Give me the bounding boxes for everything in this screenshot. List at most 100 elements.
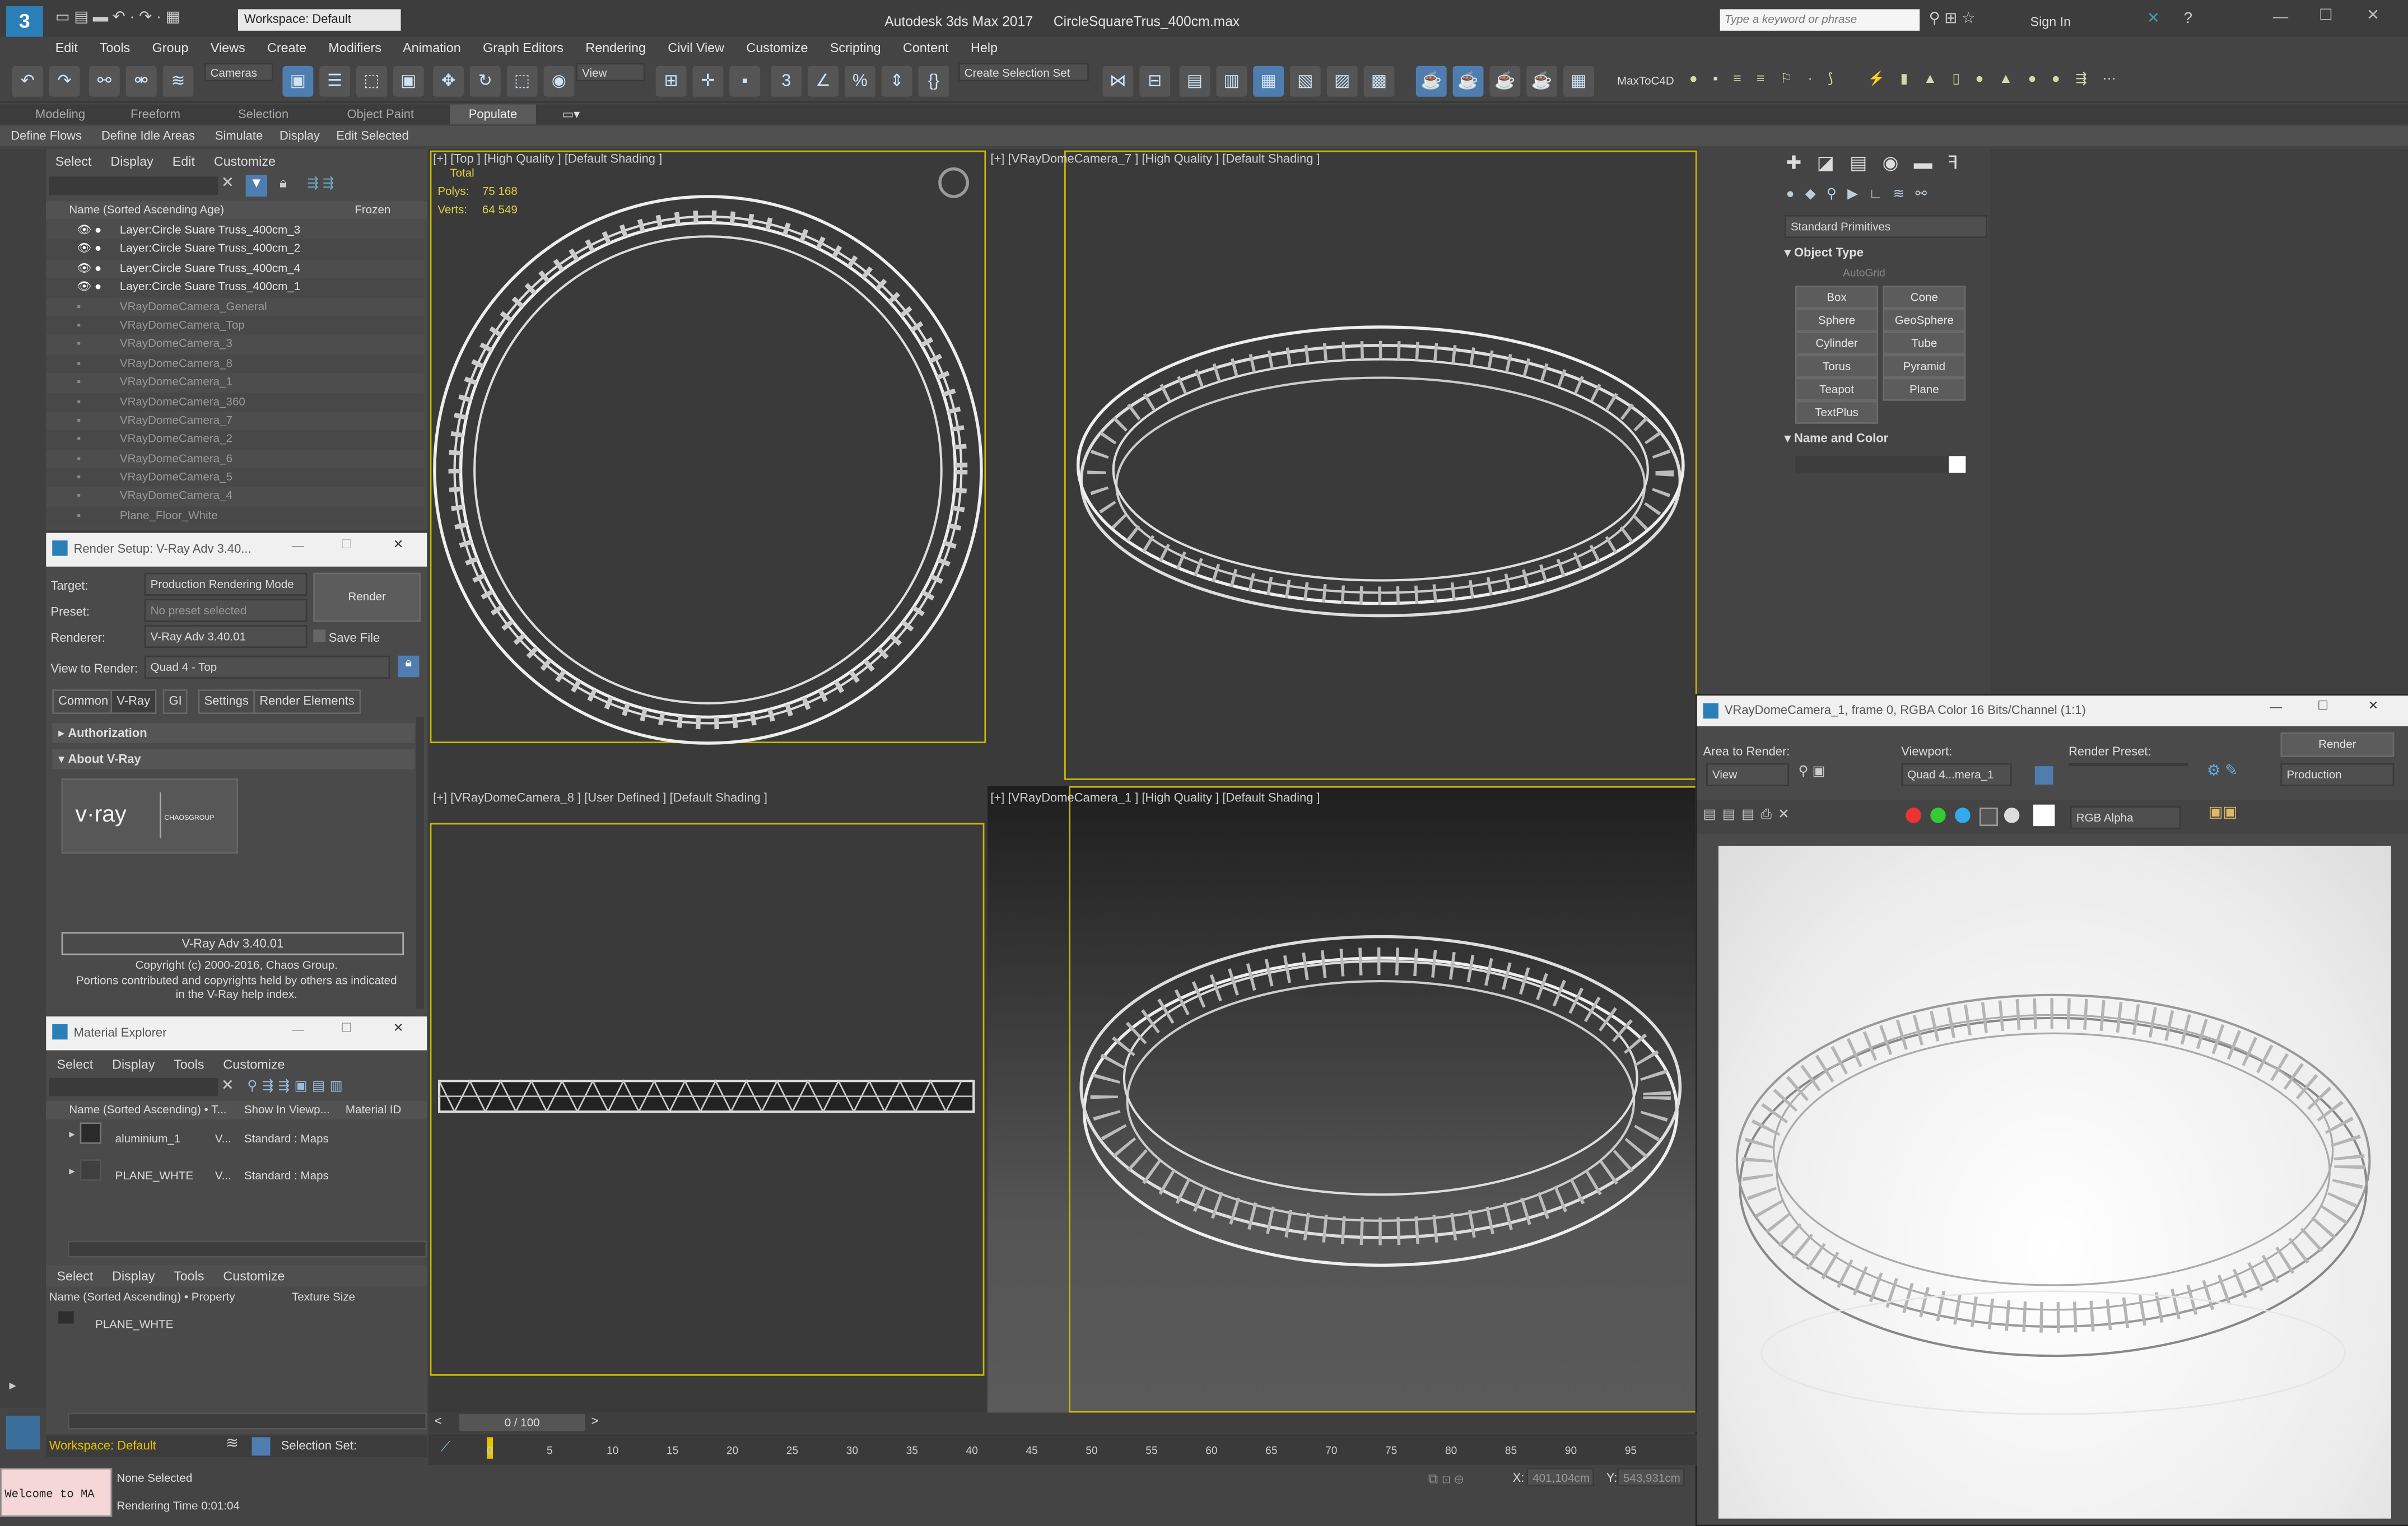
visibility-eye-icon[interactable]: 👁︎ ●: [46, 240, 120, 259]
rs-close-icon[interactable]: ✕: [393, 538, 403, 552]
object-icon[interactable]: ▪: [46, 450, 120, 469]
snap-icons[interactable]: 3 ∠% ⇕{}: [768, 66, 952, 97]
menu-views[interactable]: Views: [211, 40, 245, 55]
blue-channel-icon[interactable]: [1955, 808, 1971, 823]
object-icon[interactable]: ▪: [46, 335, 120, 354]
me-col-name[interactable]: Name (Sorted Ascending) • T...: [69, 1101, 226, 1119]
me-close-icon[interactable]: ✕: [393, 1021, 403, 1035]
viewport-dropdown[interactable]: Quad 4...mera_1: [1901, 763, 2012, 786]
red-channel-icon[interactable]: [1906, 808, 1921, 823]
ref-coord-dropdown[interactable]: View: [576, 63, 645, 82]
workspace-dropdown[interactable]: Workspace: Default: [237, 9, 401, 31]
torus-button[interactable]: Torus: [1795, 354, 1879, 378]
viewport-layout-icon[interactable]: [6, 1416, 40, 1450]
transform-icons[interactable]: ✥ ↻ ⬚ ◉: [430, 66, 577, 97]
menu-group[interactable]: Group: [152, 40, 189, 55]
layer-icons[interactable]: ▤ ▥ ▦ ▧ ▨ ▩: [1176, 66, 1398, 97]
object-icon[interactable]: ▪: [46, 374, 120, 393]
menu-graph-editors[interactable]: Graph Editors: [483, 40, 563, 55]
teapot-button[interactable]: Teapot: [1795, 377, 1879, 401]
menu-scripting[interactable]: Scripting: [830, 40, 881, 55]
me2-horizontal-scrollbar[interactable]: [67, 1412, 427, 1430]
menu-customize[interactable]: Customize: [746, 40, 808, 55]
geosphere-button[interactable]: GeoSphere: [1883, 309, 1966, 332]
autogrid-label[interactable]: AutoGrid: [1843, 269, 1885, 279]
fb-close-icon[interactable]: ✕: [2368, 699, 2378, 713]
y-coord-field[interactable]: 543,931cm: [1617, 1468, 1685, 1487]
time-slider[interactable]: < 0 / 100 >: [428, 1412, 1697, 1433]
infocenter-icons[interactable]: ⚲ ⊞ ☆: [1929, 11, 1976, 27]
object-type-rollout[interactable]: ▾ Object Type: [1785, 244, 1978, 263]
menu-civil-view[interactable]: Civil View: [668, 40, 724, 55]
filter-icon[interactable]: ▼: [245, 175, 268, 197]
me2-menu-select[interactable]: Select: [57, 1268, 93, 1284]
help-icon[interactable]: ?: [2184, 11, 2192, 27]
menu-create[interactable]: Create: [267, 40, 306, 55]
me2-col-texture-size[interactable]: Texture Size: [292, 1290, 355, 1305]
scene-row[interactable]: ▪ VRayDomeCamera_General: [46, 297, 424, 316]
material-row[interactable]: ▸ PLANE_WHTE V... Standard : Maps: [46, 1159, 427, 1196]
quick-access-icons[interactable]: ▭ ▤ ▬ ↶ · ↷ · ▦: [55, 9, 180, 26]
se-menu-customize[interactable]: Customize: [214, 153, 276, 169]
hierarchy-icons[interactable]: ⇶ ⇶: [307, 175, 334, 192]
create-category-icons[interactable]: ●◆⚲▶∟≋⚯: [1786, 186, 1938, 203]
me2-menu-customize[interactable]: Customize: [223, 1268, 285, 1284]
sphere-button[interactable]: Sphere: [1795, 309, 1879, 332]
object-icon[interactable]: ▪: [46, 431, 120, 450]
scene-row[interactable]: ▪ VRayDomeCamera_Top: [46, 316, 424, 335]
me-col-material-id[interactable]: Material ID: [346, 1101, 401, 1119]
scene-row[interactable]: ▪ VRayDomeCamera_7: [46, 411, 424, 431]
render-icons[interactable]: ☕ ☕ ☕ ☕ ▦: [1413, 66, 1597, 97]
object-color-swatch[interactable]: [1949, 456, 1966, 473]
mono-icon[interactable]: [2004, 808, 2020, 823]
me-clear-icon[interactable]: ✕: [221, 1078, 234, 1095]
object-icon[interactable]: ▪: [46, 487, 120, 506]
viewport-camera-1[interactable]: [987, 786, 1697, 1413]
me2-col-name[interactable]: Name (Sorted Ascending) • Property: [49, 1290, 235, 1305]
menu-edit[interactable]: Edit: [55, 40, 78, 55]
tab-modeling[interactable]: Modeling: [35, 104, 85, 124]
close-icon[interactable]: ✕: [2367, 8, 2379, 25]
target-dropdown[interactable]: Production Rendering Mode: [144, 572, 308, 596]
render-setup-scrollbar[interactable]: [416, 717, 424, 1009]
me-maximize-icon[interactable]: ☐: [341, 1021, 352, 1035]
rs-maximize-icon[interactable]: ☐: [341, 538, 352, 552]
menu-rendering[interactable]: Rendering: [585, 40, 646, 55]
clear-search-icon[interactable]: ✕: [221, 175, 234, 192]
object-icon[interactable]: ▪: [46, 412, 120, 431]
scene-row[interactable]: ▪ VRayDomeCamera_3: [46, 335, 424, 354]
render-button[interactable]: Render: [313, 572, 421, 622]
pivot-icons[interactable]: ⊞ ✛ ▪: [653, 66, 763, 97]
lock-view-icon[interactable]: 🔒︎: [398, 655, 420, 678]
tab-render-elements[interactable]: Render Elements: [253, 689, 361, 714]
me-menu-select[interactable]: Select: [57, 1056, 93, 1071]
menu-content[interactable]: Content: [903, 40, 949, 55]
maximize-icon[interactable]: ☐: [2319, 8, 2333, 25]
scene-row[interactable]: 👁︎ ● Layer:Circle Suare Truss_400cm_4: [46, 259, 424, 278]
scene-row[interactable]: 👁︎ ● Layer:Circle Suare Truss_400cm_2: [46, 240, 424, 259]
simulate-button[interactable]: Simulate: [215, 126, 263, 146]
tab-gi[interactable]: GI: [162, 689, 188, 714]
alpha-channel-icon[interactable]: [1980, 808, 1998, 827]
viewport-camera-8[interactable]: [430, 798, 986, 1376]
menu-tools[interactable]: Tools: [100, 40, 130, 55]
se-menu-select[interactable]: Select: [55, 153, 92, 169]
prev-frame-icon[interactable]: <: [435, 1414, 442, 1428]
create-selection-set-dropdown[interactable]: Create Selection Set: [958, 63, 1089, 82]
menu-help[interactable]: Help: [971, 40, 998, 55]
me-tool-icons[interactable]: ⚲⇶⇶▣▤▥: [247, 1078, 347, 1095]
scene-row[interactable]: ▪ VRayDomeCamera_6: [46, 449, 424, 469]
selection-set-icon[interactable]: [251, 1437, 271, 1456]
scene-row[interactable]: ▪ VRayDomeCamera_2: [46, 430, 424, 450]
frame-counter[interactable]: 0 / 100: [459, 1414, 585, 1431]
box-button[interactable]: Box: [1795, 285, 1879, 309]
viewport-cam8-label[interactable]: [+] [VRayDomeCamera_8 ] [User Defined ] …: [433, 791, 767, 805]
mirror-align-icons[interactable]: ⋈ ⊟: [1100, 66, 1173, 97]
link-icons[interactable]: ⚯ ⚮ ≋: [86, 66, 197, 97]
workspace-status-label[interactable]: Workspace: Default: [49, 1439, 156, 1453]
tab-freeform[interactable]: Freeform: [131, 104, 180, 124]
col-name[interactable]: Name (Sorted Ascending Age): [69, 201, 224, 220]
me-menu-customize[interactable]: Customize: [223, 1056, 285, 1071]
x-coord-field[interactable]: 401,104cm: [1526, 1468, 1594, 1487]
visibility-eye-icon[interactable]: 👁︎ ●: [46, 221, 120, 240]
